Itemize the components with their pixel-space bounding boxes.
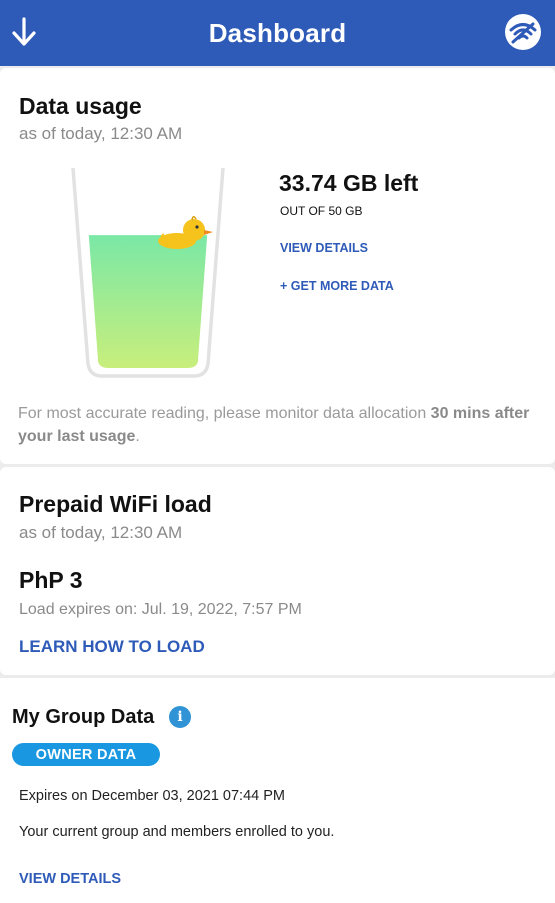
info-icon[interactable]: i bbox=[169, 706, 191, 728]
group-view-details-link[interactable]: VIEW DETAILS bbox=[19, 871, 121, 887]
prepaid-load-title: Prepaid WiFi load bbox=[19, 491, 212, 517]
usage-note: For most accurate reading, please monito… bbox=[18, 402, 538, 448]
data-glass-gauge bbox=[71, 167, 225, 378]
group-data-expiry: Expires on December 03, 2021 07:44 PM bbox=[19, 788, 285, 804]
data-usage-timestamp: as of today, 12:30 AM bbox=[19, 124, 183, 143]
view-details-link[interactable]: VIEW DETAILS bbox=[280, 241, 368, 255]
load-expiry: Load expires on: Jul. 19, 2022, 7:57 PM bbox=[19, 601, 302, 618]
wifi-icon bbox=[509, 22, 537, 44]
data-remaining: 33.74 GB left bbox=[279, 170, 419, 196]
group-data-description: Your current group and members enrolled … bbox=[19, 824, 335, 840]
load-balance: PhP 3 bbox=[19, 567, 83, 593]
data-remaining-fill bbox=[88, 235, 208, 368]
group-data-title: My Group Data bbox=[12, 706, 155, 728]
page-title: Dashboard bbox=[208, 17, 347, 48]
owner-data-badge: OWNER DATA bbox=[12, 743, 160, 766]
group-data-section: My Group Data i OWNER DATA Expires on De… bbox=[0, 678, 555, 903]
prepaid-load-card: Prepaid WiFi load as of today, 12:30 AM … bbox=[0, 467, 555, 675]
usage-note-text: For most accurate reading, please monito… bbox=[18, 405, 431, 422]
app-header: Dashboard bbox=[0, 0, 555, 66]
prepaid-load-timestamp: as of today, 12:30 AM bbox=[19, 523, 183, 542]
learn-how-to-load-link[interactable]: LEARN HOW TO LOAD bbox=[19, 637, 205, 657]
data-usage-title: Data usage bbox=[19, 93, 142, 119]
data-usage-card: Data usage as of today, 12:30 AM 33.74 G… bbox=[0, 68, 555, 464]
usage-note-end: . bbox=[135, 428, 140, 445]
arrow-down-icon[interactable] bbox=[10, 17, 38, 47]
wifi-button[interactable] bbox=[505, 14, 541, 50]
data-total: OUT OF 50 GB bbox=[280, 204, 363, 218]
get-more-data-link[interactable]: + GET MORE DATA bbox=[280, 279, 394, 293]
